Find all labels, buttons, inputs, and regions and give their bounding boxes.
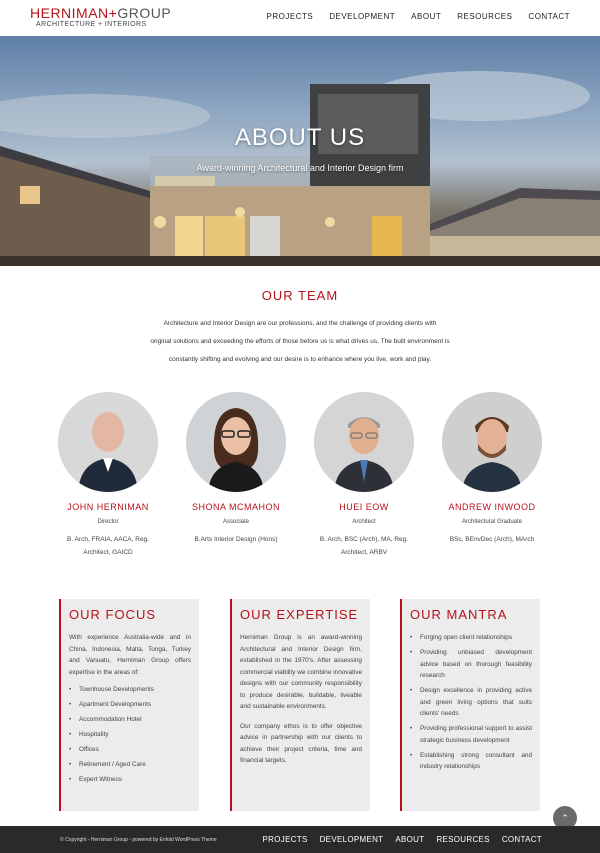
expertise-paragraph: Our company ethos is to offer objective … — [240, 722, 362, 765]
member-name: ANDREW INWOOD — [448, 502, 536, 512]
member-role: Associate — [222, 519, 249, 525]
member-quals: B. Arch, BSC (Arch), MA, Reg. Architect,… — [319, 536, 409, 556]
page-subtitle: Award-winning Architectural and Interior… — [196, 163, 404, 173]
team-intro: Architecture and Interior Design are our… — [100, 315, 500, 369]
member-role: Director — [97, 519, 119, 525]
nav-resources[interactable]: RESOURCES — [457, 12, 512, 21]
avatar — [314, 392, 414, 492]
member-name: JOHN HERNIMAN — [67, 502, 149, 512]
logo-tagline: ARCHITECTURE + INTERIORS — [36, 21, 147, 28]
portrait-icon — [442, 392, 542, 492]
focus-item: Townhouse Developments — [69, 684, 191, 696]
expertise-box: OUR EXPERTISE Herniman Group is an award… — [230, 599, 370, 811]
intro-line: constantly shifting and evolving and our… — [168, 356, 432, 363]
mantra-title: OUR MANTRA — [410, 607, 508, 622]
mantra-item: Establishing strong consultant and indus… — [410, 750, 532, 773]
portrait-icon — [58, 392, 158, 492]
focus-box: OUR FOCUS With experience Australia-wide… — [59, 599, 199, 811]
member-quals: BSc, BEnvDec (Arch), MArch — [449, 536, 535, 543]
focus-list: Townhouse Developments Apartment Develop… — [69, 684, 191, 786]
nav-projects[interactable]: PROJECTS — [267, 12, 314, 21]
intro-line: original solutions and exceeding the eff… — [150, 338, 450, 345]
footer-nav-about[interactable]: ABOUT — [395, 835, 424, 844]
mantra-item: Providing unbiased development advice ba… — [410, 647, 532, 682]
team-member-john: JOHN HERNIMAN Director B. Arch, FRAIA, A… — [48, 392, 168, 559]
expertise-title: OUR EXPERTISE — [240, 607, 359, 622]
footer-nav-development[interactable]: DEVELOPMENT — [320, 835, 384, 844]
mantra-item: Design excellence in providing active an… — [410, 685, 532, 720]
focus-title: OUR FOCUS — [69, 607, 156, 622]
focus-text: With experience Australia-wide and in Ch… — [69, 634, 191, 676]
focus-item: Accommodation Hotel — [69, 714, 191, 726]
logo-text-right: GROUP — [117, 5, 172, 21]
page-title: ABOUT US — [234, 124, 366, 151]
site-footer: © Copyright - Herniman Group - powered b… — [0, 826, 600, 853]
member-role: Architectural Graduate — [461, 519, 523, 525]
mantra-box: OUR MANTRA Forging open client relations… — [400, 599, 540, 811]
expertise-paragraph: Herniman Group is an award-winning Archi… — [240, 634, 362, 710]
footer-nav: PROJECTS DEVELOPMENT ABOUT RESOURCES CON… — [251, 835, 542, 844]
nav-development[interactable]: DEVELOPMENT — [329, 12, 395, 21]
footer-nav-contact[interactable]: CONTACT — [502, 835, 542, 844]
focus-item: Hospitality — [69, 729, 191, 741]
avatar — [58, 392, 158, 492]
site-header: HERNIMAN+GROUP ARCHITECTURE + INTERIORS … — [0, 0, 600, 36]
logo-text-left: HERNIMAN — [30, 5, 109, 21]
focus-item: Apartment Developments — [69, 699, 191, 711]
team-member-huei: HUEI EOW Architect B. Arch, BSC (Arch), … — [304, 392, 424, 559]
team-member-shona: SHONA MCMAHON Associate B.Arts Interior … — [176, 392, 296, 546]
mantra-item: Forging open client relationships — [410, 632, 532, 644]
focus-item: Retirement / Aged Care — [69, 759, 191, 771]
avatar — [186, 392, 286, 492]
member-quals: B.Arts Interior Design (Hons) — [194, 536, 278, 543]
member-name: HUEI EOW — [339, 502, 389, 512]
team-member-andrew: ANDREW INWOOD Architectural Graduate BSc… — [432, 392, 552, 546]
mantra-list: Forging open client relationships Provid… — [410, 632, 532, 773]
portrait-icon — [186, 392, 286, 492]
focus-item: Offices — [69, 744, 191, 756]
member-quals: B. Arch, FRAIA, AACA, Reg. Architect, GA… — [66, 536, 149, 556]
mantra-item: Providing professional support to assist… — [410, 723, 532, 746]
member-role: Architect — [352, 519, 376, 525]
logo-wordmark: HERNIMAN+GROUP — [30, 6, 171, 20]
chevron-up-icon: ⌃ — [561, 813, 569, 823]
team-heading: OUR TEAM — [261, 288, 339, 303]
focus-item: Expert Witness — [69, 774, 191, 786]
intro-line: Architecture and Interior Design are our… — [163, 320, 437, 327]
footer-nav-resources[interactable]: RESOURCES — [436, 835, 489, 844]
nav-contact[interactable]: CONTACT — [528, 12, 570, 21]
main-nav: PROJECTS DEVELOPMENT ABOUT RESOURCES CON… — [251, 12, 570, 21]
portrait-icon — [314, 392, 414, 492]
hero-banner: ABOUT US Award-winning Architectural and… — [0, 36, 600, 266]
footer-nav-projects[interactable]: PROJECTS — [263, 835, 308, 844]
avatar — [442, 392, 542, 492]
copyright-text: © Copyright - Herniman Group - powered b… — [60, 837, 217, 843]
nav-about[interactable]: ABOUT — [411, 12, 441, 21]
logo[interactable]: HERNIMAN+GROUP ARCHITECTURE + INTERIORS — [30, 6, 171, 29]
member-name: SHONA MCMAHON — [191, 502, 280, 512]
